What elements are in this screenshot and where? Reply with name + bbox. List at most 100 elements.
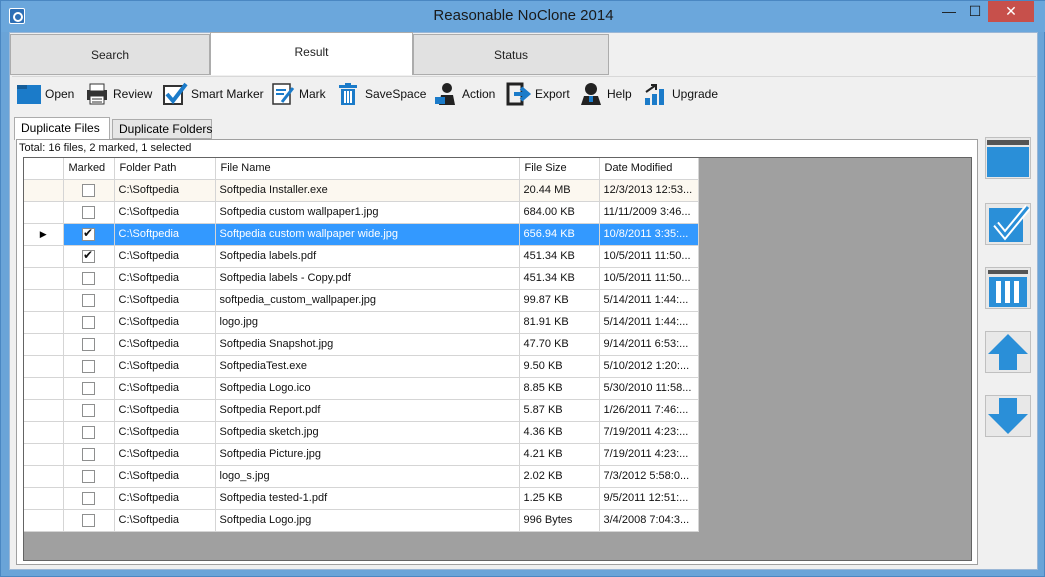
side-move-up-button[interactable] [985,331,1031,373]
marked-cell [63,267,115,290]
file-size-cell: 9.50 KB [519,355,600,378]
file-name-cell: Softpedia custom wallpaper wide.jpg [215,223,520,246]
review-button[interactable]: Review [84,81,152,107]
marked-cell [63,333,115,356]
row-header[interactable] [24,509,64,532]
marked-cell [63,355,115,378]
column-header-marked[interactable]: Marked [63,158,115,180]
tab-duplicate-files[interactable]: Duplicate Files [14,117,110,140]
row-header[interactable] [24,289,64,312]
export-button[interactable]: Export [506,81,570,107]
mark-checkbox[interactable] [82,469,95,483]
folder-icon [16,82,42,106]
mark-checkbox[interactable] [82,293,95,307]
row-header[interactable] [24,355,64,378]
folder-path-cell: C:\Softpedia [114,311,216,334]
trash-panel-icon [986,270,1030,311]
table-row[interactable]: C:\Softpedia logo_s.jpg 2.02 KB 7/3/2012 5:… [24,465,699,488]
folder-panel-icon [986,140,1030,181]
maximize-button[interactable]: ☐ [962,1,988,22]
row-header[interactable] [24,311,64,334]
row-header[interactable] [24,487,64,510]
column-header-file-size[interactable]: File Size [519,158,600,180]
mark-checkbox[interactable] [82,337,95,351]
column-header-folder-path[interactable]: Folder Path [114,158,216,180]
date-modified-cell: 7/3/2012 5:58:0... [599,465,699,488]
table-row[interactable]: C:\Softpedia Softpedia Report.pdf 5.87 KB 1… [24,399,699,422]
row-header[interactable] [24,443,64,466]
file-name-cell: Softpedia Logo.ico [215,377,520,400]
row-header[interactable]: ▶ [24,223,64,246]
mark-checkbox[interactable] [82,403,95,417]
trash-icon [336,82,362,106]
mark-checkbox[interactable] [82,447,95,461]
review-label: Review [113,87,153,101]
table-row[interactable]: C:\Softpedia Softpedia labels - Copy.pdf 4… [24,267,699,290]
table-row[interactable]: C:\Softpedia Softpedia Installer.exe 20.44… [24,179,699,202]
client-area: Search Result Status Open Review Smart M… [9,32,1038,570]
table-row[interactable]: C:\Softpedia Softpedia tested-1.pdf 1.25 K… [24,487,699,510]
row-header[interactable] [24,333,64,356]
close-button[interactable]: ✕ [988,1,1034,22]
file-size-cell: 8.85 KB [519,377,600,400]
row-header[interactable] [24,267,64,290]
mark-label: Mark [299,87,326,101]
mark-checkbox[interactable] [82,425,95,439]
folder-path-cell: C:\Softpedia [114,245,216,268]
row-header[interactable] [24,179,64,202]
mark-checkbox[interactable] [82,205,95,219]
tab-duplicate-folders[interactable]: Duplicate Folders [112,119,212,139]
table-row[interactable]: C:\Softpedia Softpedia Logo.ico 8.85 KB 5/3… [24,377,699,400]
marked-cell [63,179,115,202]
side-folder-button[interactable] [985,137,1031,179]
mark-checkbox[interactable] [82,271,95,285]
mark-checkbox[interactable] [82,491,95,505]
table-row[interactable]: C:\Softpedia Softpedia Picture.jpg 4.21 KB… [24,443,699,466]
date-modified-cell: 5/10/2012 1:20:... [599,355,699,378]
table-row[interactable]: C:\Softpedia Softpedia sketch.jpg 4.36 KB 7… [24,421,699,444]
table-row[interactable]: C:\Softpedia logo.jpg 81.91 KB 5/14/2011 1:… [24,311,699,334]
row-header[interactable] [24,377,64,400]
side-move-down-button[interactable] [985,395,1031,437]
smart-marker-button[interactable]: Smart Marker [162,81,264,107]
help-button[interactable]: Help [578,81,632,107]
tab-result[interactable]: Result [210,32,413,75]
tab-status[interactable]: Status [413,34,609,75]
side-trash-button[interactable] [985,267,1031,309]
table-row[interactable]: C:\Softpedia Softpedia custom wallpaper1.… [24,201,699,224]
table-row[interactable]: C:\Softpedia softpedia_custom_wallpaper.j… [24,289,699,312]
upgrade-button[interactable]: Upgrade [643,81,718,107]
minimize-button[interactable]: — [936,1,962,22]
open-button[interactable]: Open [16,81,74,107]
mark-button[interactable]: Mark [270,81,326,107]
column-header-file-name[interactable]: File Name [215,158,520,180]
open-label: Open [45,87,75,101]
mark-checkbox[interactable] [82,381,95,395]
table-row[interactable]: C:\Softpedia Softpedia Snapshot.jpg 47.70 … [24,333,699,356]
mark-checkbox[interactable] [82,359,95,373]
table-row[interactable]: C:\Softpedia SoftpediaTest.exe 9.50 KB 5/10… [24,355,699,378]
column-header-date-modified[interactable]: Date Modified [599,158,699,180]
tab-search[interactable]: Search [10,34,210,75]
title-bar[interactable]: Reasonable NoClone 2014 — ☐ ✕ [1,1,1045,32]
row-header[interactable] [24,421,64,444]
table-row[interactable]: C:\SoftpediaSoftpedia labels.pdf451.34 K… [24,245,699,268]
main-tabs: Search Result Status [10,32,610,75]
savespace-label: SaveSpace [365,87,427,101]
row-header[interactable] [24,201,64,224]
mark-checkbox[interactable] [82,315,95,329]
side-check-all-button[interactable] [985,203,1031,245]
mark-checkbox[interactable] [82,513,95,527]
row-header[interactable] [24,245,64,268]
row-header[interactable] [24,465,64,488]
action-button[interactable]: Action [433,81,495,107]
row-header[interactable] [24,399,64,422]
mark-checkbox[interactable] [82,183,95,197]
table-row[interactable]: ▶ C:\SoftpediaSoftpedia custom wallpaper … [24,223,699,246]
mark-checkbox[interactable] [82,248,95,263]
file-name-cell: Softpedia labels - Copy.pdf [215,267,520,290]
savespace-button[interactable]: SaveSpace [336,81,426,107]
table-row[interactable]: C:\Softpedia Softpedia Logo.jpg 996 Bytes 3… [24,509,699,532]
file-size-cell: 996 Bytes [519,509,600,532]
mark-checkbox[interactable] [82,226,95,241]
